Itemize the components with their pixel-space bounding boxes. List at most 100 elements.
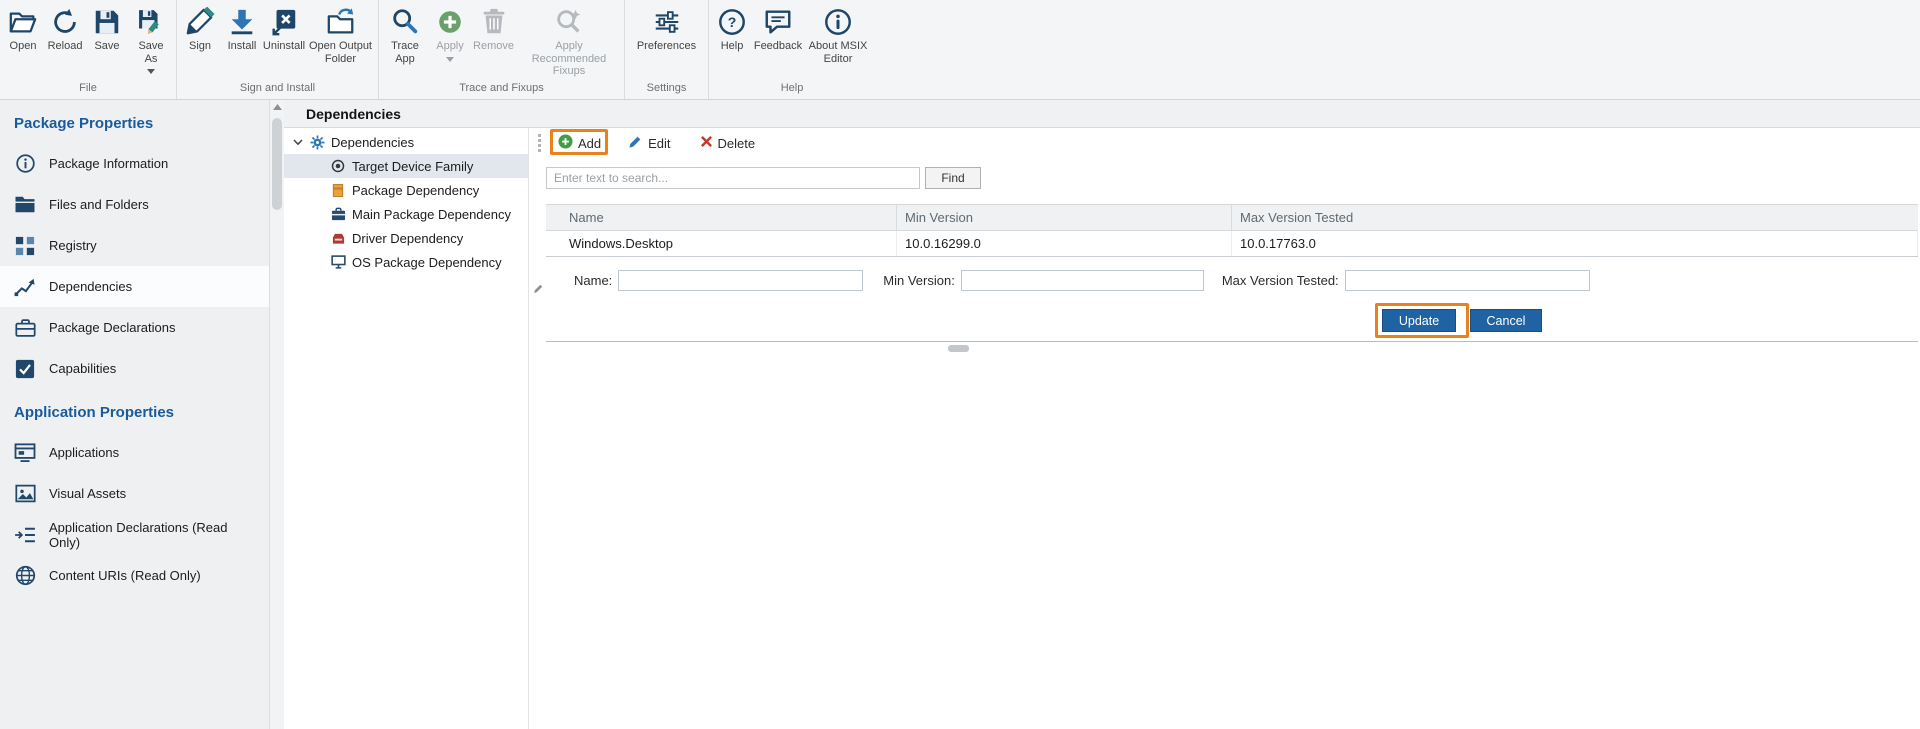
sidebar-item-label: Files and Folders [49, 197, 149, 212]
install-arrow-icon [227, 6, 257, 37]
column-header-max-version-tested[interactable]: Max Version Tested [1232, 205, 1918, 230]
ribbon: Open Reload Save [0, 0, 1920, 100]
main-panel: Dependencies Dependencies Target Device … [284, 100, 1920, 729]
table-row[interactable]: Windows.Desktop 10.0.16299.0 10.0.17763.… [546, 231, 1918, 257]
sidebar-item-applications[interactable]: Applications [0, 432, 269, 473]
arrow-list-icon [14, 526, 36, 544]
ribbon-group-label: File [0, 82, 176, 99]
msix-editor-window: Open Reload Save [0, 0, 1920, 729]
folder-icon [14, 195, 36, 214]
save-icon [92, 6, 122, 37]
sidebar-item-dependencies[interactable]: Dependencies [0, 266, 269, 307]
sidebar-scrollbar[interactable] [269, 100, 284, 729]
sign-button[interactable]: Sign [180, 4, 220, 55]
tree-item-label: Driver Dependency [352, 231, 463, 246]
checkbox-icon [14, 359, 36, 379]
sidebar-item-label: Package Declarations [49, 320, 175, 335]
horizontal-scrollbar-thumb[interactable] [948, 345, 969, 352]
tree-item-label: Main Package Dependency [352, 207, 511, 222]
package-box-icon [330, 183, 346, 198]
update-button[interactable]: Update [1382, 309, 1456, 332]
max-version-field-label: Max Version Tested: [1222, 273, 1339, 288]
page-title: Dependencies [284, 100, 1920, 128]
sidebar-item-capabilities[interactable]: Capabilities [0, 348, 269, 389]
remove-button[interactable]: Remove [472, 4, 515, 55]
ribbon-group-help: ? Help Feedback About MSIX Editor [709, 0, 875, 99]
column-header-name[interactable]: Name [546, 205, 897, 230]
min-version-field[interactable] [961, 270, 1204, 291]
edit-fields-row: Name: Min Version: Max Version Tested: [546, 257, 1918, 291]
cancel-button[interactable]: Cancel [1470, 309, 1542, 332]
dependencies-detail-panel: Add Edit Delete Find [529, 128, 1920, 729]
save-button[interactable]: Save [87, 4, 127, 55]
sidebar-item-files-and-folders[interactable]: Files and Folders [0, 184, 269, 225]
info-icon [14, 153, 36, 174]
apply-recommended-fixups-button[interactable]: Apply Recommended Fixups [517, 4, 621, 80]
help-button[interactable]: ? Help [712, 4, 752, 55]
info-circle-icon [823, 6, 853, 37]
sidebar-item-visual-assets[interactable]: Visual Assets [0, 473, 269, 514]
svg-text:?: ? [728, 14, 737, 30]
sidebar-item-label: Package Information [49, 156, 168, 171]
ribbon-group-settings: Preferences Settings [625, 0, 709, 99]
sidebar-item-label: Content URIs (Read Only) [49, 568, 201, 583]
sidebar-item-package-declarations[interactable]: Package Declarations [0, 307, 269, 348]
sidebar-item-registry[interactable]: Registry [0, 225, 269, 266]
sidebar-item-application-declarations[interactable]: Application Declarations (Read Only) [0, 514, 269, 555]
tree-item-package-dependency[interactable]: Package Dependency [284, 178, 528, 202]
feedback-button[interactable]: Feedback [754, 4, 802, 55]
tree-item-target-device-family[interactable]: Target Device Family [284, 154, 528, 178]
tree-item-main-package-dependency[interactable]: Main Package Dependency [284, 202, 528, 226]
inline-edit-form: Name: Min Version: Max Version Tested: U… [546, 257, 1918, 342]
max-version-field[interactable] [1345, 270, 1590, 291]
apply-plus-icon [435, 6, 465, 37]
cell-min-version[interactable]: 10.0.16299.0 [897, 231, 1232, 256]
ribbon-group-label: Settings [625, 82, 708, 99]
sidebar-item-label: Application Declarations (Read Only) [49, 520, 255, 550]
grid-header-row: Name Min Version Max Version Tested [546, 205, 1918, 231]
cell-max-version-tested[interactable]: 10.0.17763.0 [1232, 231, 1918, 256]
scroll-up-arrow-icon[interactable] [270, 100, 284, 114]
sidebar-item-package-information[interactable]: Package Information [0, 143, 269, 184]
reload-button[interactable]: Reload [45, 4, 85, 55]
uninstall-button[interactable]: Uninstall [264, 4, 304, 55]
install-button[interactable]: Install [222, 4, 262, 55]
sidebar-item-content-uris[interactable]: Content URIs (Read Only) [0, 555, 269, 596]
output-folder-icon [326, 6, 356, 37]
save-as-button[interactable]: Save As [129, 4, 173, 76]
search-input[interactable] [546, 167, 920, 189]
find-button[interactable]: Find [925, 167, 981, 189]
target-icon [330, 159, 346, 173]
dependencies-tree: Dependencies Target Device Family Packag… [284, 128, 529, 729]
ribbon-group-label: Help [709, 82, 875, 99]
preferences-button[interactable]: Preferences [634, 4, 699, 55]
registry-icon [14, 236, 36, 256]
column-header-min-version[interactable]: Min Version [897, 205, 1232, 230]
ribbon-group-trace-fixups: Trace App Apply Remove [379, 0, 625, 99]
scrollbar-thumb[interactable] [272, 118, 282, 210]
ribbon-group-label: Sign and Install [177, 82, 378, 99]
delete-button-label: Delete [718, 136, 756, 151]
tree-item-dependencies[interactable]: Dependencies [284, 130, 528, 154]
tree-item-os-package-dependency[interactable]: OS Package Dependency [284, 250, 528, 274]
sidebar-header-package-properties: Package Properties [0, 100, 269, 143]
dependencies-grid: Name Min Version Max Version Tested Wind… [546, 204, 1918, 342]
trace-app-button[interactable]: Trace App [382, 4, 428, 67]
driver-icon [330, 232, 346, 245]
tree-item-label: Package Dependency [352, 183, 479, 198]
tree-item-driver-dependency[interactable]: Driver Dependency [284, 226, 528, 250]
name-field[interactable] [618, 270, 863, 291]
edit-button[interactable]: Edit [624, 131, 674, 155]
toolbar-grip[interactable] [538, 134, 541, 152]
open-button[interactable]: Open [3, 4, 43, 55]
delete-button[interactable]: Delete [696, 132, 760, 154]
apply-button[interactable]: Apply [430, 4, 470, 64]
speech-bubble-icon [763, 6, 793, 37]
open-output-folder-button[interactable]: Open Output Folder [306, 4, 375, 67]
about-msix-editor-button[interactable]: About MSIX Editor [804, 4, 872, 67]
uninstall-icon [269, 6, 299, 37]
tree-expander-icon[interactable] [292, 139, 303, 146]
grid-toolbar: Add Edit Delete [529, 128, 1920, 158]
add-button[interactable]: Add [554, 131, 605, 155]
cell-name[interactable]: Windows.Desktop [546, 231, 897, 256]
